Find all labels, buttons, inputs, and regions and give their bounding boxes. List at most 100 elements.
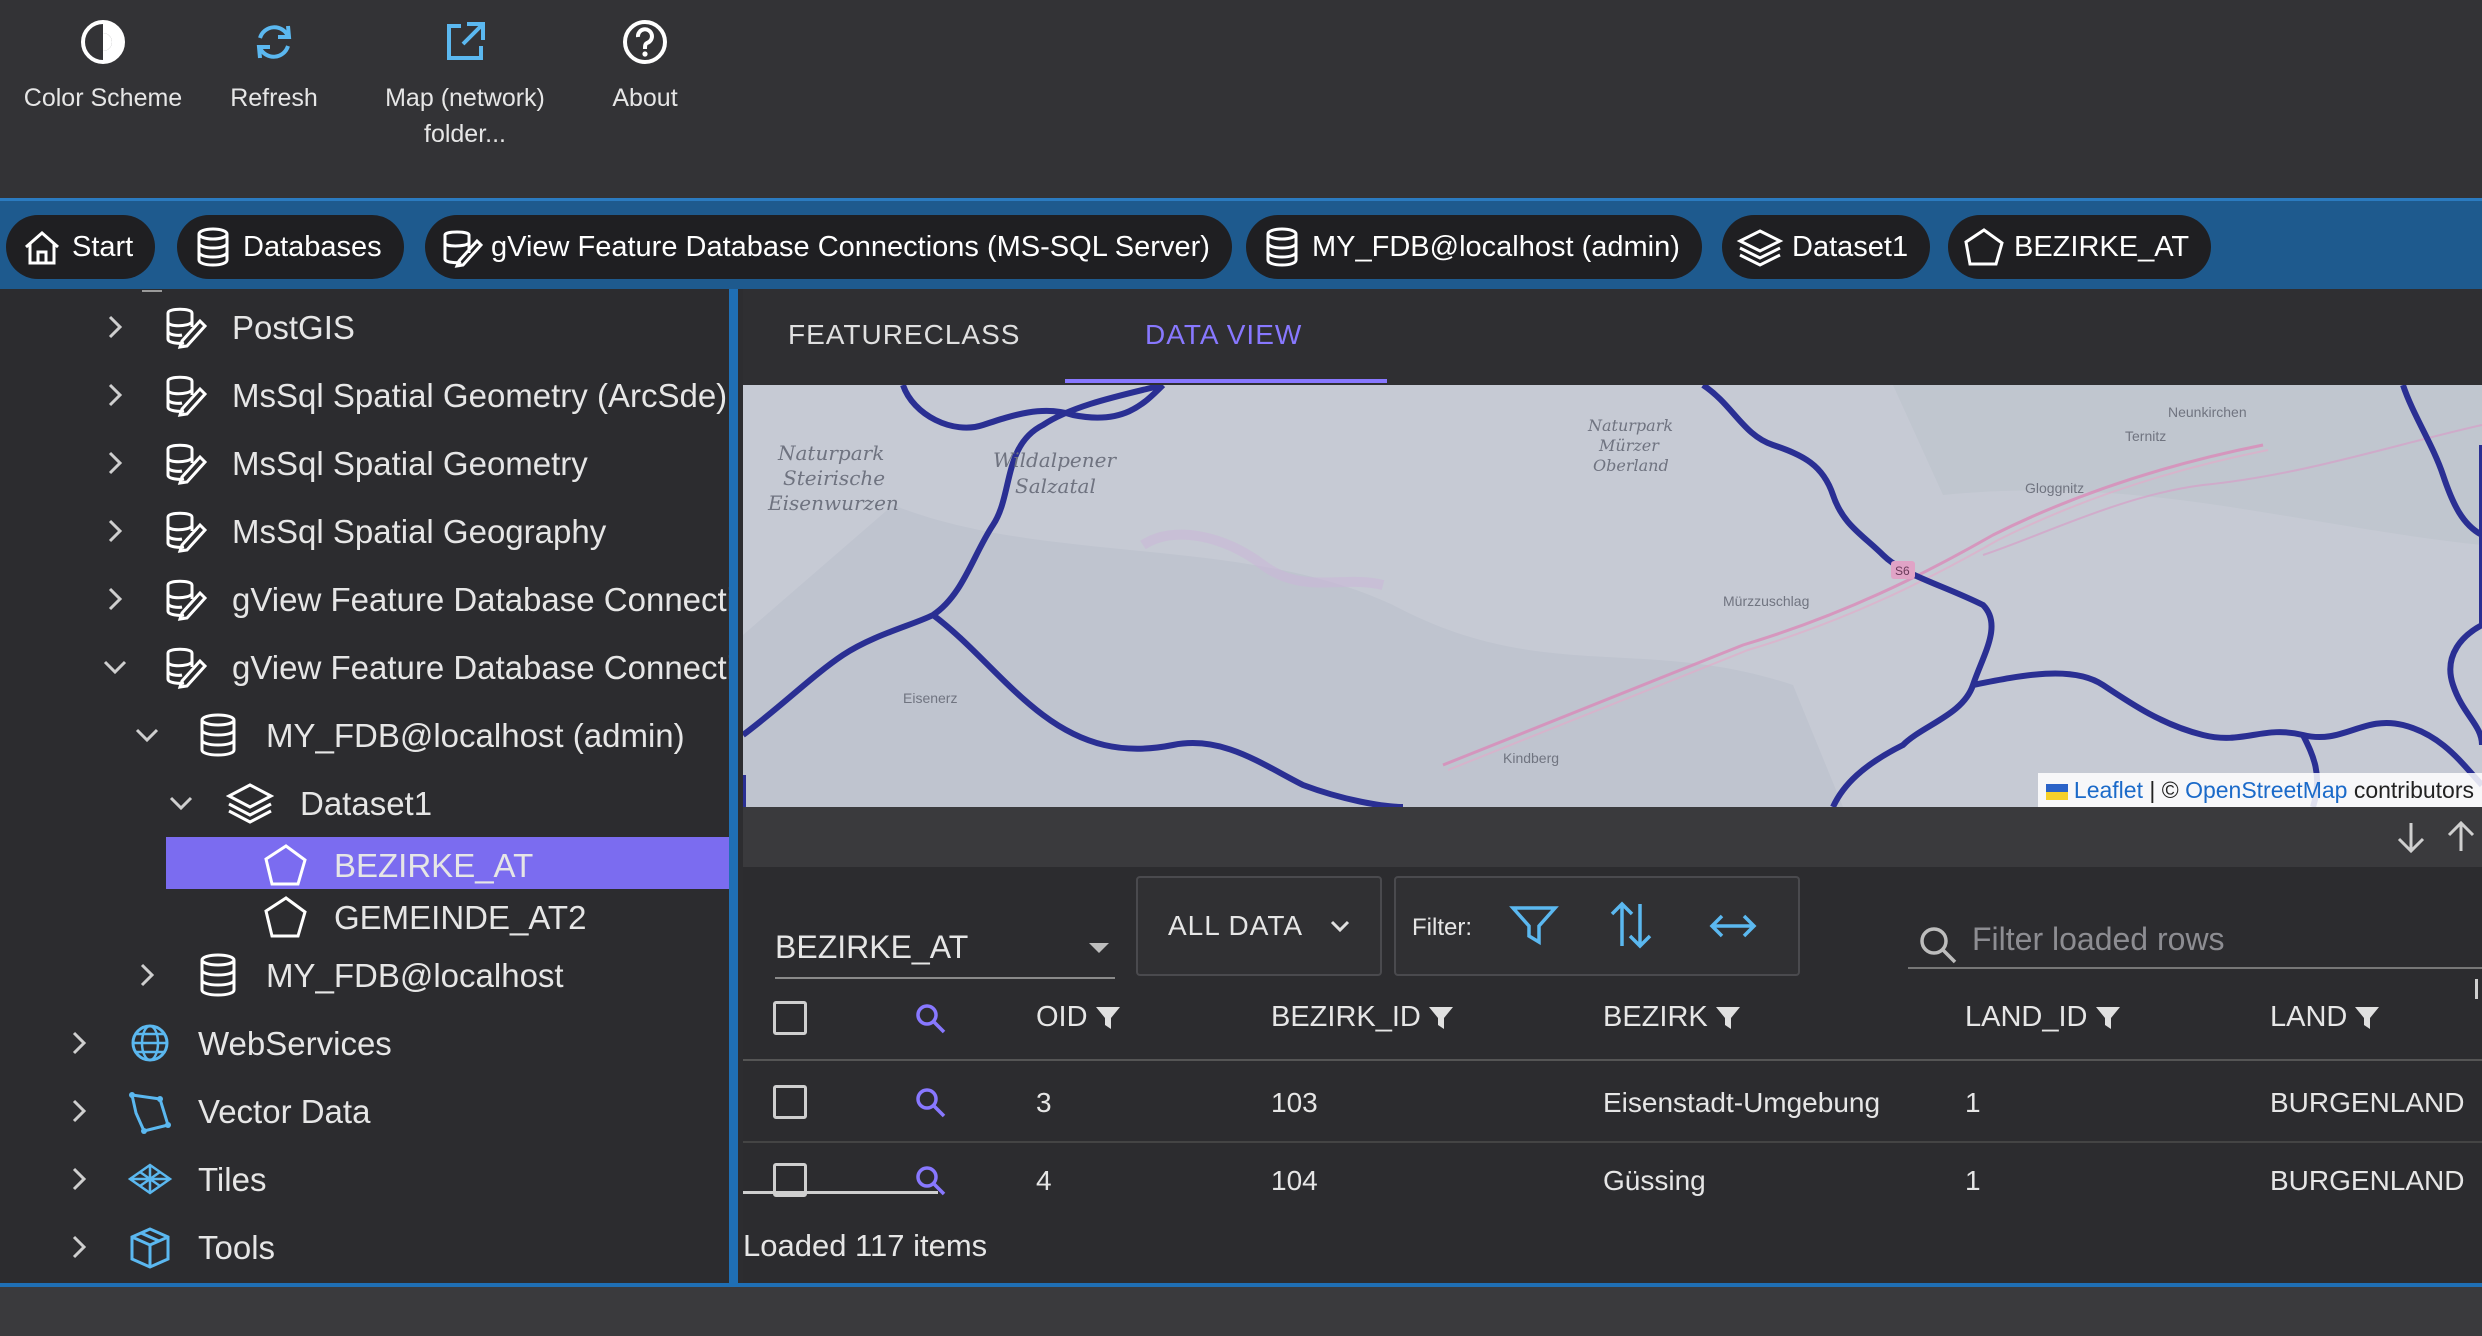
data-scope-select[interactable]: ALL DATA: [1136, 876, 1382, 976]
tree-item-label: MY_FDB@localhost: [266, 957, 564, 994]
map-folder-label-2: folder...: [424, 120, 506, 148]
breadcrumb-featureclass-label: BEZIRKE_AT: [2014, 230, 2190, 263]
column-filter-icon[interactable]: [2094, 1004, 2122, 1032]
arrow-up-icon[interactable]: [2443, 819, 2479, 855]
chevron-right-icon[interactable]: [64, 1164, 94, 1194]
chevron-right-icon[interactable]: [132, 960, 162, 990]
about-label: About: [612, 84, 678, 112]
tree-item-tools[interactable]: Tools: [0, 1219, 729, 1275]
horizontal-scrollbar[interactable]: [743, 1191, 938, 1194]
tree-item-gemeinde-at2[interactable]: GEMEINDE_AT2: [0, 889, 729, 945]
breadcrumb-databases[interactable]: Databases: [177, 215, 404, 279]
filter-icon[interactable]: [1509, 900, 1559, 950]
tree-item-label: BEZIRKE_AT: [334, 847, 534, 884]
tree-item-mssql-geography[interactable]: MsSql Spatial Geography: [0, 503, 729, 559]
database-icon: [200, 713, 236, 757]
breadcrumb-dataset[interactable]: Dataset1: [1722, 215, 1931, 279]
color-scheme-button[interactable]: Color Scheme: [18, 18, 188, 116]
cell-oid: 3: [1036, 1087, 1052, 1118]
tree-item-mssql-arcsde[interactable]: MsSql Spatial Geometry (ArcSde): [0, 367, 729, 423]
tree-item-fdb-admin[interactable]: MY_FDB@localhost (admin): [0, 707, 729, 763]
chevron-down-icon[interactable]: [166, 788, 196, 818]
refresh-icon: [256, 25, 292, 59]
chevron-right-icon[interactable]: [64, 1232, 94, 1262]
leaflet-link[interactable]: Leaflet: [2074, 777, 2143, 803]
breadcrumb-connections[interactable]: gView Feature Database Connections (MS-S…: [425, 215, 1232, 279]
tree-item-fdb[interactable]: MY_FDB@localhost: [0, 947, 729, 1003]
cell-land: BURGENLAND: [2270, 1165, 2465, 1196]
table-row[interactable]: 4 104 Güssing 1 BURGENLAND: [743, 1143, 2482, 1221]
col-land-id[interactable]: LAND_ID: [1965, 1001, 2122, 1034]
column-filter-icon[interactable]: [1094, 1004, 1122, 1032]
column-filter-icon[interactable]: [1427, 1004, 1455, 1032]
filter-rows-placeholder: Filter loaded rows: [1972, 921, 2225, 957]
map-label-3: Eisenwurzen: [767, 491, 899, 515]
map-label-2: Steirische: [783, 466, 885, 490]
cell-bezirk-id: 103: [1271, 1087, 1318, 1118]
layers-icon: [1736, 229, 1784, 267]
tree-item-postgis[interactable]: PostGIS: [0, 299, 729, 355]
map-network-folder-button[interactable]: Map (network) folder...: [370, 18, 560, 152]
edit-database-icon: [443, 230, 483, 268]
col-bezirk-id[interactable]: BEZIRK_ID: [1271, 1001, 1455, 1034]
tab-bar: FEATURECLASS DATA VIEW: [743, 289, 2482, 385]
col-oid[interactable]: OID: [1036, 1001, 1122, 1034]
chevron-right-icon[interactable]: [100, 380, 130, 410]
chevron-down-icon[interactable]: [132, 720, 162, 750]
map-label-6: Naturpark: [1587, 416, 1673, 435]
breadcrumb-featureclass[interactable]: BEZIRKE_AT: [1948, 215, 2212, 279]
edit-database-icon: [166, 375, 208, 417]
col-land[interactable]: LAND: [2270, 1001, 2381, 1034]
chevron-right-icon[interactable]: [100, 448, 130, 478]
tree-item-webservices[interactable]: WebServices: [0, 1015, 729, 1071]
chevron-down-icon: [1330, 920, 1350, 933]
tree-item-gview-connections-2[interactable]: gView Feature Database Connections: [0, 639, 729, 695]
chevron-right-icon[interactable]: [100, 516, 130, 546]
expand-columns-icon[interactable]: [1706, 906, 1760, 946]
filter-rows-input[interactable]: Filter loaded rows: [1908, 899, 2482, 969]
filter-label: Filter:: [1412, 914, 1472, 941]
map-label-13: Kindberg: [1503, 750, 1559, 766]
ukraine-flag-icon: [2045, 783, 2068, 800]
help-icon: [623, 20, 667, 64]
tree-item-mssql-geometry[interactable]: MsSql Spatial Geometry: [0, 435, 729, 491]
about-button[interactable]: About: [600, 18, 690, 116]
layer-select[interactable]: BEZIRKE_AT: [775, 919, 1115, 979]
tree-item-bezirke-at[interactable]: BEZIRKE_AT: [0, 837, 729, 893]
tree-item-gview-connections-1[interactable]: gView Feature Database Connections: [0, 571, 729, 627]
column-filter-icon[interactable]: [2353, 1004, 2381, 1032]
map-attribution: Leaflet | © OpenStreetMap contributors: [2037, 773, 2482, 807]
map-label-8: Oberland: [1593, 456, 1669, 475]
tab-featureclass[interactable]: FEATURECLASS: [788, 319, 1020, 351]
tree-item-dataset1[interactable]: Dataset1: [0, 775, 729, 831]
arrow-down-icon[interactable]: [2393, 819, 2429, 855]
breadcrumb-start[interactable]: Start: [6, 215, 156, 279]
chevron-right-icon[interactable]: [64, 1096, 94, 1126]
map-label-14: Eisenerz: [903, 690, 957, 706]
sort-icon[interactable]: [1606, 898, 1656, 952]
select-all-checkbox[interactable]: [773, 1001, 807, 1035]
table-row[interactable]: 3 103 Eisenstadt-Umgebung 1 BURGENLAND: [743, 1065, 2482, 1143]
chevron-right-icon[interactable]: [64, 1028, 94, 1058]
attribution-tail: contributors: [2347, 777, 2474, 803]
map-label-12: Neunkirchen: [2168, 404, 2247, 420]
refresh-button[interactable]: Refresh: [218, 18, 330, 116]
tree-item-tiles[interactable]: Tiles: [0, 1151, 729, 1207]
status-text: Loaded 117 items: [743, 1228, 988, 1263]
map-view[interactable]: Naturpark Steirische Eisenwurzen Wildalp…: [743, 385, 2482, 807]
cell-land-id: 1: [1965, 1165, 1981, 1196]
row-checkbox[interactable]: [773, 1085, 807, 1119]
zoom-to-feature-icon[interactable]: [913, 1085, 949, 1121]
column-filter-icon[interactable]: [1714, 1004, 1742, 1032]
tree-item-vector-data[interactable]: Vector Data: [0, 1083, 729, 1139]
col-bezirk-id-label: BEZIRK_ID: [1271, 1001, 1421, 1033]
col-bezirk[interactable]: BEZIRK: [1603, 1001, 1742, 1034]
breadcrumb-fdb[interactable]: MY_FDB@localhost (admin): [1246, 215, 1702, 279]
chevron-right-icon[interactable]: [100, 312, 130, 342]
chevron-right-icon[interactable]: [100, 584, 130, 614]
tree-item-label: Dataset1: [300, 785, 433, 822]
openstreetmap-link[interactable]: OpenStreetMap: [2185, 777, 2347, 803]
tab-data-view[interactable]: DATA VIEW: [1145, 319, 1302, 351]
chevron-down-icon[interactable]: [100, 652, 130, 682]
map-label-4: Wildalpener: [993, 448, 1117, 472]
